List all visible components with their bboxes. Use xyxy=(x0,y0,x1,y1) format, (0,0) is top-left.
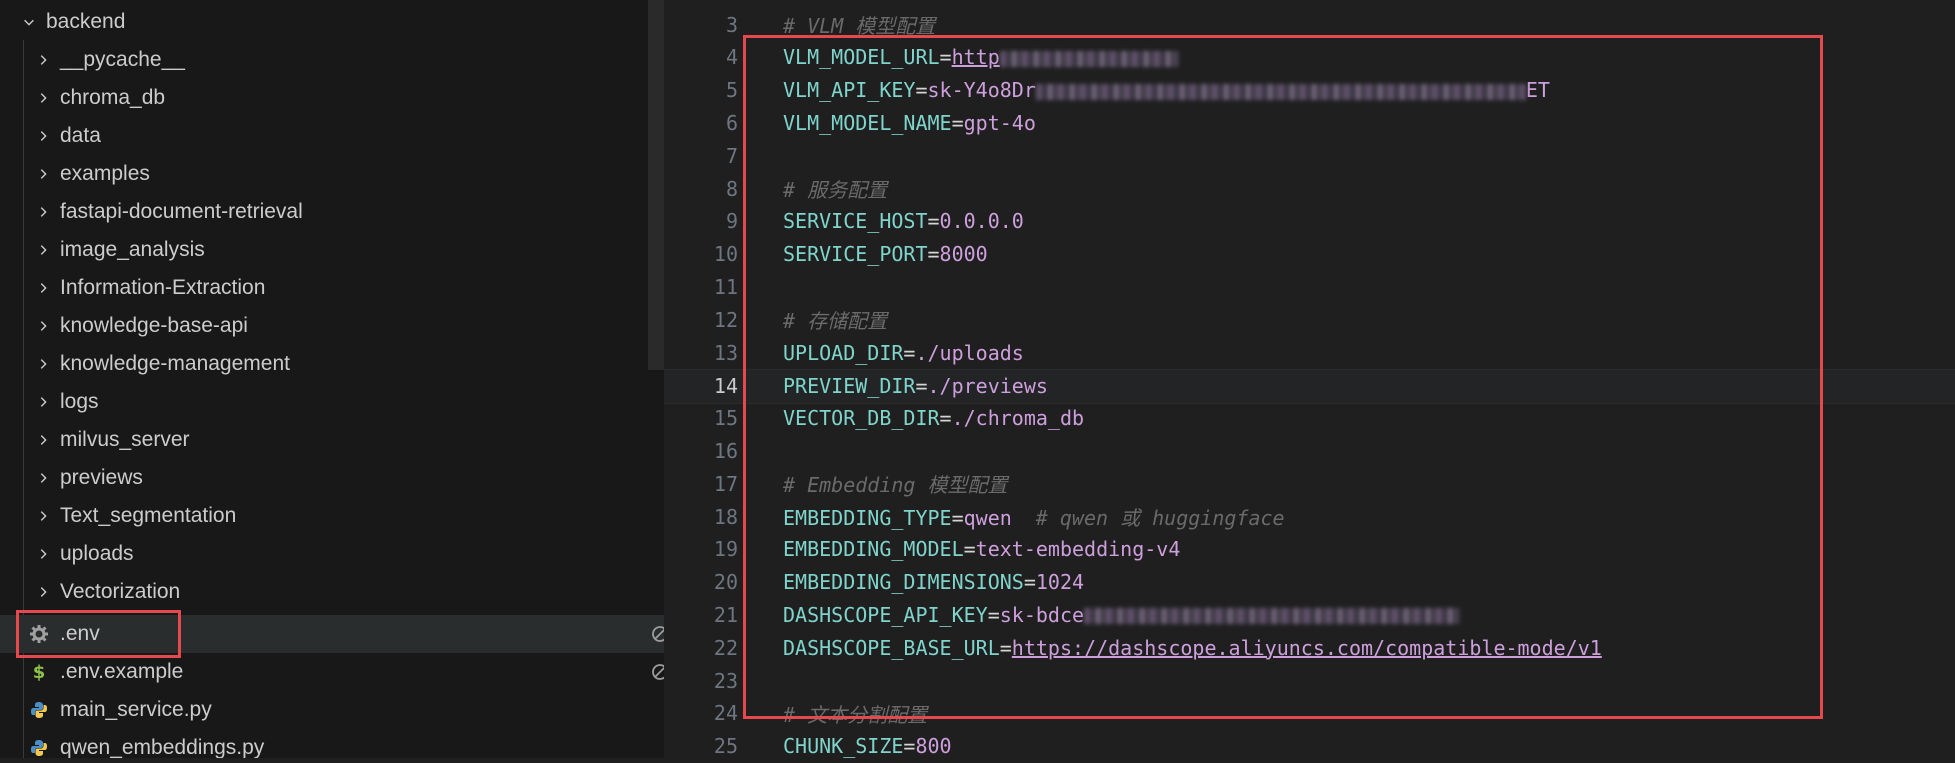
folder-item[interactable]: knowledge-management xyxy=(0,345,664,383)
folder-item[interactable]: logs xyxy=(0,383,664,421)
folder-item[interactable]: image_analysis xyxy=(0,231,664,269)
chevron-right-icon xyxy=(34,545,52,563)
chevron-right-icon xyxy=(34,203,52,221)
chevron-right-icon xyxy=(34,51,52,69)
chevron-right-icon xyxy=(34,89,52,107)
folder-item[interactable]: Vectorization xyxy=(0,573,664,611)
chevron-right-icon xyxy=(34,127,52,145)
line-number: 13 xyxy=(713,340,738,365)
file-item[interactable]: main_service.py xyxy=(0,691,664,729)
folder-item[interactable]: Text_segmentation xyxy=(0,497,664,535)
chevron-right-icon xyxy=(34,507,52,525)
line-number: 12 xyxy=(713,307,738,332)
env-value: 800 xyxy=(915,734,952,759)
folder-label: Information-Extraction xyxy=(60,276,266,299)
ignored-badge-icon xyxy=(650,624,664,644)
folder-item[interactable]: Information-Extraction xyxy=(0,269,664,307)
folder-item[interactable]: __pycache__ xyxy=(0,41,664,79)
file-label: .env.example xyxy=(60,660,184,683)
folder-label: data xyxy=(60,124,101,147)
equals-sign: = xyxy=(903,734,916,759)
line-number: 3 xyxy=(725,12,738,37)
folder-label: uploads xyxy=(60,542,134,565)
folder-item[interactable]: previews xyxy=(0,459,664,497)
line-number: 10 xyxy=(713,242,738,267)
line-number: 8 xyxy=(725,176,738,201)
chevron-right-icon xyxy=(34,469,52,487)
sidebar-scrollbar[interactable] xyxy=(648,0,664,370)
line-number: 18 xyxy=(713,504,738,529)
chevron-right-icon xyxy=(34,355,52,373)
folder-label: logs xyxy=(60,390,99,413)
folder-label: Vectorization xyxy=(60,580,181,603)
env-key: CHUNK_SIZE xyxy=(783,734,904,759)
line-number: 20 xyxy=(713,570,738,595)
line-number: 23 xyxy=(713,668,738,693)
dollar-icon: $ xyxy=(32,661,46,683)
folder-label: examples xyxy=(60,162,150,185)
line-number: 22 xyxy=(713,635,738,660)
line-number: 25 xyxy=(713,734,738,759)
folder-label: __pycache__ xyxy=(60,48,185,71)
line-number: 19 xyxy=(713,537,738,562)
line-number: 11 xyxy=(713,274,738,299)
line-number: 6 xyxy=(725,110,738,135)
folder-item[interactable]: fastapi-document-retrieval xyxy=(0,193,664,231)
folder-item[interactable]: milvus_server xyxy=(0,421,664,459)
folder-item[interactable]: knowledge-base-api xyxy=(0,307,664,345)
highlight-box-env xyxy=(16,610,181,658)
folder-item[interactable]: chroma_db xyxy=(0,79,664,117)
chevron-right-icon xyxy=(34,241,52,259)
chevron-right-icon xyxy=(34,165,52,183)
chevron-right-icon xyxy=(34,393,52,411)
line-number: 9 xyxy=(725,209,738,234)
chevron-right-icon xyxy=(34,583,52,601)
folder-backend[interactable]: backend xyxy=(0,3,664,41)
folder-item[interactable]: data xyxy=(0,117,664,155)
ignored-badge-icon xyxy=(650,662,664,682)
chevron-right-icon xyxy=(34,317,52,335)
highlight-box-editor xyxy=(743,35,1823,719)
python-icon xyxy=(28,700,50,720)
folder-label: previews xyxy=(60,466,143,489)
line-number: 21 xyxy=(713,602,738,627)
line-number: 24 xyxy=(713,701,738,726)
line-number: 14 xyxy=(713,374,738,399)
chevron-right-icon xyxy=(34,279,52,297)
line-number: 5 xyxy=(725,78,738,103)
folder-item[interactable]: examples xyxy=(0,155,664,193)
python-icon xyxy=(28,738,50,758)
folder-label: knowledge-base-api xyxy=(60,314,248,337)
folder-label: backend xyxy=(46,10,126,33)
line-number: 4 xyxy=(725,45,738,70)
folder-label: image_analysis xyxy=(60,238,205,261)
line-number: 17 xyxy=(713,471,738,496)
file-label: qwen_embeddings.py xyxy=(60,736,265,758)
line-number: 7 xyxy=(725,143,738,168)
code-text: CHUNK_SIZE=800 xyxy=(783,734,952,758)
folder-item[interactable]: uploads xyxy=(0,535,664,573)
folder-label: milvus_server xyxy=(60,428,190,451)
line-number: 16 xyxy=(713,438,738,463)
folder-label: knowledge-management xyxy=(60,352,290,375)
folder-label: fastapi-document-retrieval xyxy=(60,200,303,223)
line-number: 15 xyxy=(713,406,738,431)
file-item[interactable]: $ .env.example xyxy=(0,653,664,691)
file-item[interactable]: qwen_embeddings.py xyxy=(0,729,664,758)
folder-label: chroma_db xyxy=(60,86,166,109)
folder-label: Text_segmentation xyxy=(60,504,237,527)
chevron-right-icon xyxy=(34,431,52,449)
chevron-down-icon xyxy=(20,13,38,31)
file-label: main_service.py xyxy=(60,698,212,721)
